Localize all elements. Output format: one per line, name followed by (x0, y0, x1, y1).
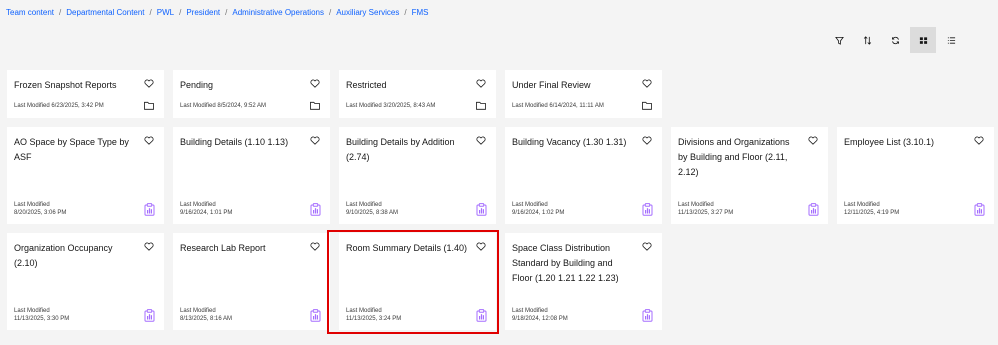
card-title: Employee List (3.10.1) (844, 137, 935, 147)
favorite-button[interactable] (310, 242, 320, 251)
last-modified-date: 9/10/2025, 8:38 AM (346, 210, 399, 216)
report-icon (310, 203, 321, 216)
report-card[interactable]: Space Class Distribution Standard by Bui… (505, 233, 662, 330)
last-modified-label: Last Modified (512, 308, 548, 314)
card-title: Divisions and Organizations by Building … (678, 137, 790, 177)
heart-icon (808, 136, 818, 145)
last-modified: Last Modified 6/23/2025, 3:42 PM (14, 103, 104, 109)
last-modified-date: 9/16/2024, 1:01 PM (180, 210, 233, 216)
last-modified-label: Last Modified (180, 202, 216, 208)
folder-card[interactable]: Frozen Snapshot Reports Last Modified 6/… (7, 70, 164, 118)
card-title: Room Summary Details (1.40) (346, 243, 468, 253)
folder-icon (476, 101, 486, 110)
report-card[interactable]: Building Details by Addition (2.74) Last… (339, 127, 496, 224)
report-icon (144, 203, 155, 216)
heart-icon (476, 79, 486, 88)
favorite-button[interactable] (144, 136, 154, 145)
last-modified-date: 9/18/2024, 12:08 PM (512, 316, 568, 322)
favorite-button[interactable] (476, 136, 486, 145)
last-modified-label: Last Modified (678, 202, 714, 208)
heart-icon (144, 79, 154, 88)
report-icon (144, 309, 155, 322)
last-modified-label: Last Modified (346, 202, 382, 208)
content-grid: Frozen Snapshot Reports Last Modified 6/… (0, 0, 998, 345)
card-title: Frozen Snapshot Reports (14, 80, 117, 90)
last-modified-date: 8/20/2025, 3:06 PM (14, 210, 67, 216)
folder-icon (310, 101, 320, 110)
last-modified-label: Last Modified (512, 202, 548, 208)
card-title: Under Final Review (512, 80, 591, 90)
folder-card[interactable]: Restricted Last Modified 3/20/2025, 8:43… (339, 70, 496, 118)
report-icon (808, 203, 819, 216)
heart-icon (974, 136, 984, 145)
report-icon (310, 309, 321, 322)
report-card[interactable]: Organization Occupancy (2.10) Last Modif… (7, 233, 164, 330)
folder-card[interactable]: Pending Last Modified 8/5/2024, 9:52 AM (173, 70, 330, 118)
heart-icon (144, 136, 154, 145)
last-modified: Last Modified 3/20/2025, 8:43 AM (346, 103, 436, 109)
favorite-button[interactable] (310, 79, 320, 88)
heart-icon (476, 242, 486, 251)
last-modified-date: 11/13/2025, 3:27 PM (678, 210, 734, 216)
report-card[interactable]: Building Details (1.10 1.13) Last Modifi… (173, 127, 330, 224)
last-modified-label: Last Modified (346, 308, 382, 314)
favorite-button[interactable] (144, 79, 154, 88)
heart-icon (642, 79, 652, 88)
favorite-button[interactable] (642, 242, 652, 251)
heart-icon (310, 79, 320, 88)
card-title: Research Lab Report (180, 243, 266, 253)
report-card[interactable]: Building Vacancy (1.30 1.31) Last Modifi… (505, 127, 662, 224)
last-modified-date: 9/16/2024, 1:02 PM (512, 210, 565, 216)
heart-icon (310, 242, 320, 251)
heart-icon (144, 242, 154, 251)
report-card[interactable]: Employee List (3.10.1) Last Modified 12/… (837, 127, 994, 224)
heart-icon (310, 136, 320, 145)
report-card[interactable]: Divisions and Organizations by Building … (671, 127, 828, 224)
favorite-button[interactable] (476, 242, 486, 251)
folder-card[interactable]: Under Final Review Last Modified 6/14/20… (505, 70, 662, 118)
last-modified-date: 8/13/2025, 8:16 AM (180, 316, 233, 322)
last-modified-date: 11/13/2025, 3:24 PM (346, 316, 402, 322)
card-title: Building Details (1.10 1.13) (180, 137, 289, 147)
favorite-button[interactable] (642, 136, 652, 145)
favorite-button[interactable] (642, 79, 652, 88)
report-icon (476, 203, 487, 216)
card-title: AO Space by Space Type by ASF (14, 137, 129, 162)
favorite-button[interactable] (476, 79, 486, 88)
heart-icon (642, 136, 652, 145)
last-modified-label: Last Modified (14, 308, 50, 314)
report-icon (974, 203, 985, 216)
last-modified-date: 12/11/2025, 4:19 PM (844, 210, 900, 216)
last-modified-label: Last Modified (180, 308, 216, 314)
favorite-button[interactable] (808, 136, 818, 145)
favorite-button[interactable] (310, 136, 320, 145)
folder-icon (144, 101, 154, 110)
last-modified: Last Modified 8/5/2024, 9:52 AM (180, 103, 267, 109)
report-card-selected[interactable]: Room Summary Details (1.40) Last Modifie… (339, 233, 496, 330)
card-title: Building Details by Addition (2.74) (346, 137, 455, 162)
heart-icon (642, 242, 652, 251)
card-title: Restricted (346, 80, 387, 90)
report-icon (476, 309, 487, 322)
report-card[interactable]: AO Space by Space Type by ASF Last Modif… (7, 127, 164, 224)
last-modified: Last Modified 6/14/2024, 11:11 AM (512, 103, 604, 109)
card-title: Building Vacancy (1.30 1.31) (512, 137, 627, 147)
report-icon (642, 309, 653, 322)
favorite-button[interactable] (144, 242, 154, 251)
last-modified-date: 11/13/2025, 3:30 PM (14, 316, 70, 322)
report-icon (642, 203, 653, 216)
folder-icon (642, 101, 652, 110)
report-card[interactable]: Research Lab Report Last Modified 8/13/2… (173, 233, 330, 330)
card-title: Space Class Distribution Standard by Bui… (512, 243, 619, 283)
card-title: Pending (180, 80, 214, 90)
heart-icon (476, 136, 486, 145)
favorite-button[interactable] (974, 136, 984, 145)
card-title: Organization Occupancy (2.10) (14, 243, 113, 268)
last-modified-label: Last Modified (14, 202, 50, 208)
last-modified-label: Last Modified (844, 202, 880, 208)
